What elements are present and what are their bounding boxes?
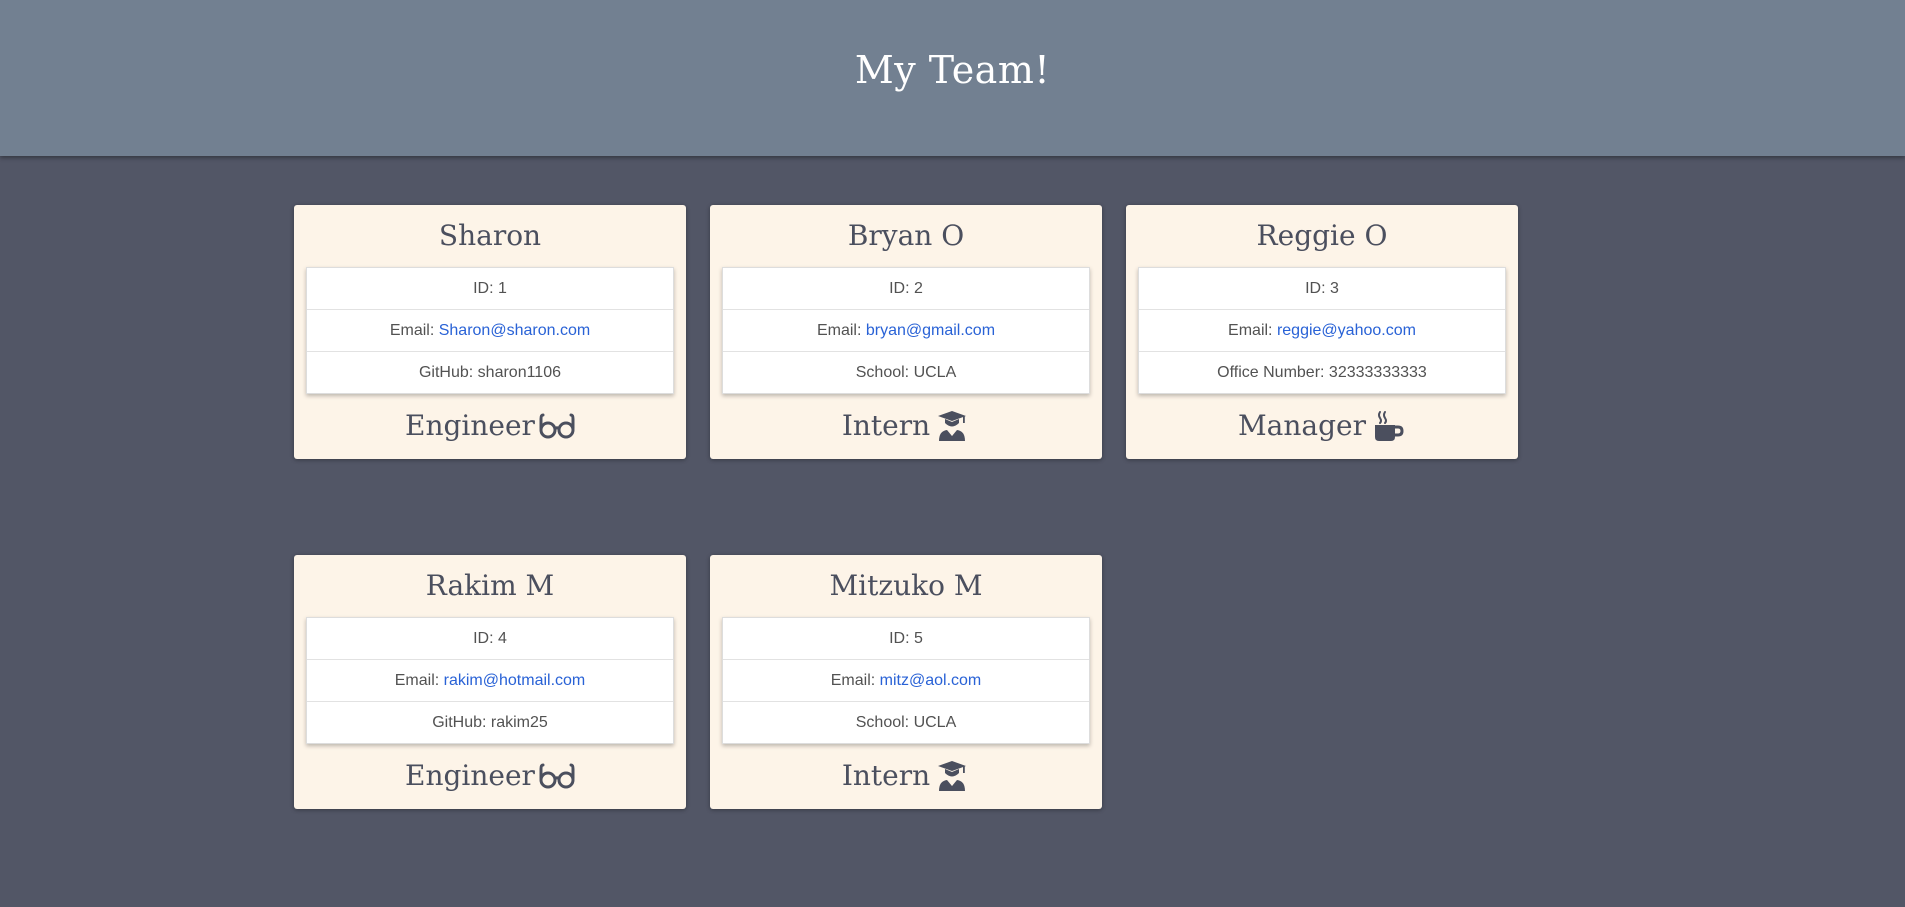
employee-detail-row: GitHub: sharon1106	[307, 351, 673, 393]
detail-label: GitHub:	[432, 714, 491, 731]
email-label: Email:	[1228, 322, 1277, 339]
employee-card: Rakim M ID: 4 Email: rakim@hotmail.com G…	[294, 555, 686, 809]
employee-email-row: Email: Sharon@sharon.com	[307, 309, 673, 351]
employee-name: Bryan O	[847, 219, 965, 252]
employee-card: Mitzuko M ID: 5 Email: mitz@aol.com Scho…	[710, 555, 1102, 809]
employee-role: Intern	[710, 406, 1102, 446]
detail-label: School:	[855, 364, 914, 381]
email-label: Email:	[830, 672, 880, 689]
employee-details: ID: 5 Email: mitz@aol.com School: UCLA	[722, 617, 1090, 744]
employee-detail-row: School: UCLA	[723, 701, 1089, 743]
employee-name: Reggie O	[1256, 219, 1388, 252]
email-link[interactable]: mitz@aol.com	[880, 672, 982, 689]
role-label: Intern	[841, 409, 931, 442]
detail-value: 32333333333	[1328, 364, 1427, 381]
role-label: Engineer	[405, 759, 535, 792]
employee-details: ID: 1 Email: Sharon@sharon.com GitHub: s…	[306, 267, 674, 394]
detail-label: Office Number:	[1217, 364, 1329, 381]
employee-name: Rakim M	[425, 569, 555, 602]
email-link[interactable]: Sharon@sharon.com	[439, 322, 590, 339]
employee-id: ID: 2	[889, 280, 923, 297]
coffee-icon	[1370, 408, 1406, 444]
detail-value: UCLA	[913, 364, 957, 381]
employee-role: Intern	[710, 756, 1102, 796]
employee-email-row: Email: mitz@aol.com	[723, 659, 1089, 701]
employee-details: ID: 2 Email: bryan@gmail.com School: UCL…	[722, 267, 1090, 394]
employee-id: ID: 1	[473, 280, 507, 297]
detail-value: rakim25	[490, 714, 548, 731]
page-title: My Team!	[854, 48, 1051, 92]
employee-name: Sharon	[438, 219, 542, 252]
graduate-icon	[934, 758, 970, 794]
employee-detail-row: Office Number: 32333333333	[1139, 351, 1505, 393]
email-link[interactable]: reggie@yahoo.com	[1277, 322, 1416, 339]
email-link[interactable]: rakim@hotmail.com	[444, 672, 586, 689]
employee-id: ID: 3	[1305, 280, 1339, 297]
employee-card: Sharon ID: 1 Email: Sharon@sharon.com Gi…	[294, 205, 686, 459]
employee-role: Manager	[1126, 406, 1518, 446]
email-label: Email:	[816, 322, 866, 339]
employee-email-row: Email: rakim@hotmail.com	[307, 659, 673, 701]
employee-email-row: Email: reggie@yahoo.com	[1139, 309, 1505, 351]
employee-role: Engineer	[294, 406, 686, 446]
employee-detail-row: School: UCLA	[723, 351, 1089, 393]
page-header: My Team!	[0, 0, 1905, 156]
glasses-icon	[539, 758, 575, 794]
employee-email-row: Email: bryan@gmail.com	[723, 309, 1089, 351]
detail-value: sharon1106	[477, 364, 561, 381]
role-label: Intern	[841, 759, 931, 792]
email-label: Email:	[394, 672, 444, 689]
email-link[interactable]: bryan@gmail.com	[866, 322, 995, 339]
employee-card: Bryan O ID: 2 Email: bryan@gmail.com Sch…	[710, 205, 1102, 459]
employee-details: ID: 3 Email: reggie@yahoo.com Office Num…	[1138, 267, 1506, 394]
graduate-icon	[934, 408, 970, 444]
employee-id: ID: 5	[889, 630, 923, 647]
role-label: Manager	[1238, 409, 1366, 442]
role-label: Engineer	[405, 409, 535, 442]
employee-name: Mitzuko M	[829, 569, 983, 602]
employee-details: ID: 4 Email: rakim@hotmail.com GitHub: r…	[306, 617, 674, 744]
detail-label: School:	[855, 714, 914, 731]
employee-detail-row: GitHub: rakim25	[307, 701, 673, 743]
team-grid: Sharon ID: 1 Email: Sharon@sharon.com Gi…	[294, 205, 1524, 809]
employee-id: ID: 4	[473, 630, 507, 647]
employee-role: Engineer	[294, 756, 686, 796]
glasses-icon	[539, 408, 575, 444]
detail-value: UCLA	[913, 714, 957, 731]
employee-card: Reggie O ID: 3 Email: reggie@yahoo.com O…	[1126, 205, 1518, 459]
detail-label: GitHub:	[418, 364, 478, 381]
email-label: Email:	[389, 322, 439, 339]
